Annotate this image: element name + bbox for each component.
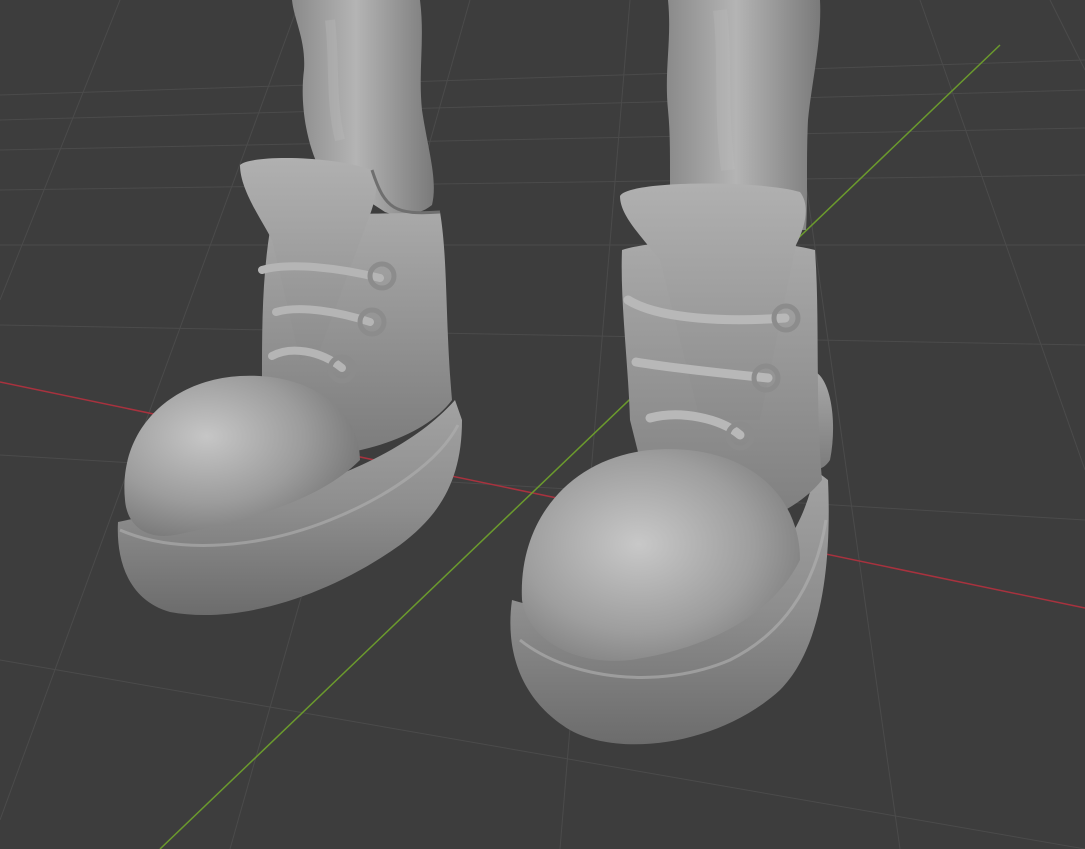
viewport-scene[interactable] [0, 0, 1085, 849]
right-boot[interactable] [510, 183, 834, 745]
3d-viewport[interactable] [0, 0, 1085, 849]
left-boot[interactable] [117, 158, 463, 616]
